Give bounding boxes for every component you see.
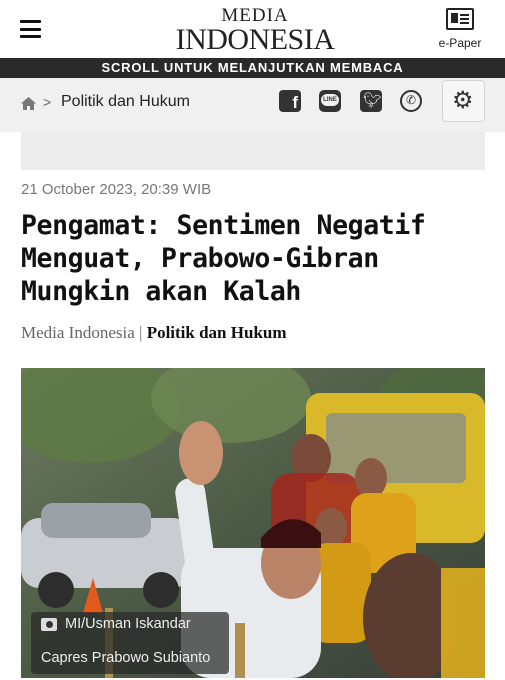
photo-caption: Capres Prabowo Subianto: [41, 650, 211, 666]
article-byline: Media Indonesia | Politik dan Hukum: [21, 323, 287, 343]
photo-credit: MI/Usman Iskandar: [65, 616, 191, 632]
article-category[interactable]: Politik dan Hukum: [147, 323, 287, 342]
photo-caption-box: MI/Usman Iskandar Capres Prabowo Subiant…: [31, 612, 229, 674]
logo-line-2: INDONESIA: [175, 23, 335, 56]
home-icon[interactable]: [21, 97, 36, 110]
twitter-icon[interactable]: 🐦︎: [360, 90, 382, 112]
article-title: Pengamat: Sentimen Negatif Menguat, Prab…: [21, 210, 426, 307]
facebook-icon[interactable]: f: [279, 90, 301, 112]
newspaper-icon: [446, 8, 474, 30]
whatsapp-icon[interactable]: ✆: [400, 90, 422, 112]
ad-placeholder: [21, 132, 485, 170]
epaper-label: e-Paper: [438, 36, 482, 50]
settings-button[interactable]: ⚙: [442, 80, 485, 122]
chevron-right-icon: >: [43, 94, 52, 110]
gear-icon: ⚙: [452, 87, 474, 114]
article-date: 21 October 2023, 20:39 WIB: [21, 181, 212, 198]
breadcrumb-bar: > Politik dan Hukum f LINE 🐦︎ ✆ ⚙: [0, 78, 505, 132]
site-header: MEDIA INDONESIA e-Paper: [0, 0, 505, 58]
article-source[interactable]: Media Indonesia: [21, 323, 135, 342]
hamburger-icon[interactable]: [20, 20, 41, 38]
line-icon[interactable]: LINE: [319, 90, 341, 112]
site-logo[interactable]: MEDIA INDONESIA: [175, 6, 335, 56]
epaper-button[interactable]: e-Paper: [435, 8, 485, 50]
camera-icon: [41, 618, 57, 631]
scroll-banner: SCROLL UNTUK MELANJUTKAN MEMBACA: [0, 58, 505, 78]
byline-separator: |: [134, 323, 147, 342]
line-icon-text: LINE: [321, 94, 339, 106]
breadcrumb-category[interactable]: Politik dan Hukum: [61, 93, 190, 111]
